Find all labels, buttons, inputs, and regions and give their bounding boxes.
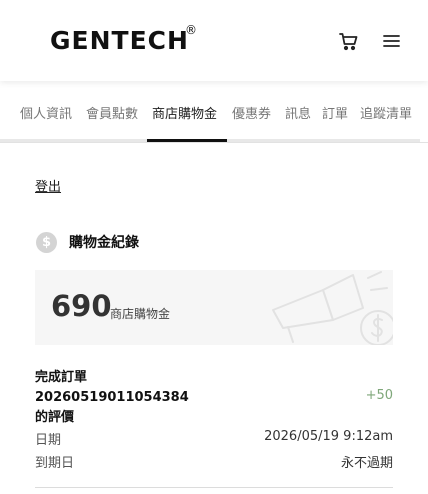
cart-icon[interactable]	[337, 29, 361, 53]
record-amount: +50	[365, 388, 393, 403]
record-date-row: 日期 2026/05/19 9:12am	[35, 429, 393, 448]
site-header: GENTECH ®	[0, 0, 428, 81]
credit-record-item: 完成訂單 20260519011054384 的評價 +50 日期 2026/0…	[35, 368, 393, 471]
balance-label: 商店購物金	[110, 307, 171, 321]
record-expiry-row: 到期日 永不過期	[35, 452, 393, 471]
dollar-coin-icon: $	[36, 231, 57, 253]
account-tabs: 個人資訊 會員點數 商店購物金 優惠券 訊息 訂單 追蹤清單	[0, 81, 428, 143]
expiry-label: 到期日	[35, 456, 75, 471]
logo-text: GENTECH	[50, 26, 189, 55]
megaphone-coin-illustration-icon	[272, 271, 393, 345]
balance-value: 690	[51, 289, 112, 323]
hamburger-menu-icon[interactable]	[379, 29, 403, 53]
registered-mark: ®	[185, 23, 197, 37]
gentech-logo[interactable]: GENTECH ®	[50, 23, 197, 56]
tab-profile[interactable]: 個人資訊	[20, 103, 72, 122]
section-title: 購物金紀錄	[69, 235, 139, 251]
active-tab-indicator	[147, 139, 227, 142]
tab-orders[interactable]: 訂單	[322, 103, 348, 122]
logout-link[interactable]: 登出	[35, 176, 61, 195]
record-title-line1: 完成訂單	[35, 370, 88, 385]
tab-store-credit[interactable]: 商店購物金	[152, 103, 217, 122]
tab-wishlist[interactable]: 追蹤清單	[360, 103, 412, 122]
record-title-line3: 的評價	[35, 410, 75, 425]
expiry-value: 永不過期	[340, 456, 393, 471]
tab-member-points[interactable]: 會員點數	[86, 103, 138, 122]
store-credit-history-heading: $ 購物金紀錄	[36, 231, 139, 253]
tab-coupons[interactable]: 優惠券	[232, 103, 271, 122]
balance-card: 690 商店購物金	[35, 270, 393, 345]
tab-messages[interactable]: 訊息	[285, 103, 311, 122]
record-order-number: 20260519011054384	[35, 390, 189, 405]
date-label: 日期	[35, 433, 62, 448]
record-divider	[35, 487, 393, 488]
date-value: 2026/05/19 9:12am	[264, 429, 393, 444]
